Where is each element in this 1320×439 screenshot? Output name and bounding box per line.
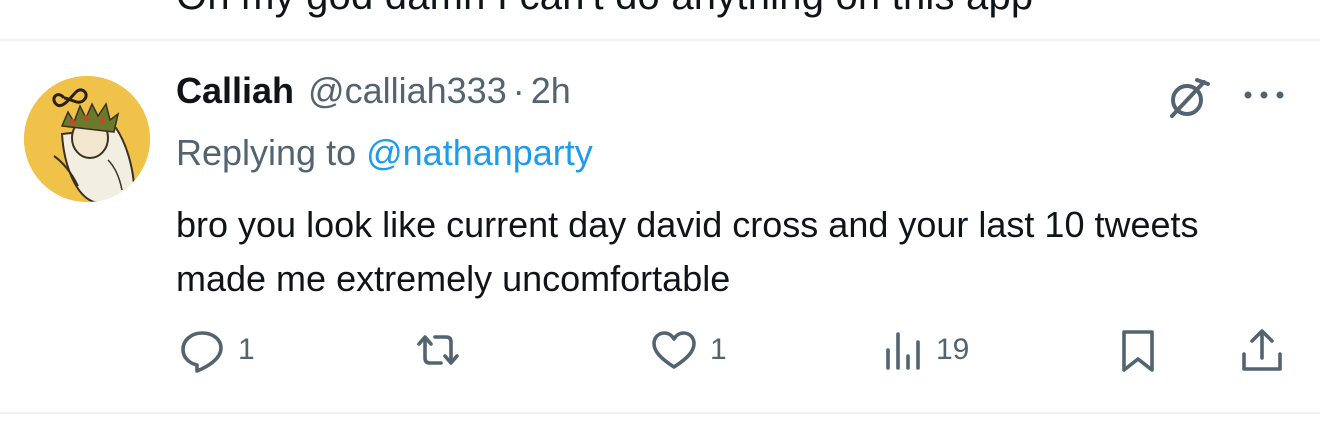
retweet-icon: [417, 335, 459, 365]
separator-dot: ·: [512, 70, 525, 111]
divider: [0, 39, 1320, 41]
divider: [0, 412, 1320, 414]
heart-icon: [652, 331, 696, 369]
more-dots-icon[interactable]: [1240, 80, 1288, 110]
views-icon: [886, 332, 920, 370]
reply-button[interactable]: 1: [176, 322, 255, 378]
previous-tweet-text: Oh my god damn I can't do anything on th…: [176, 0, 1033, 19]
author-name[interactable]: Calliah: [176, 70, 294, 112]
reply-icon: [181, 331, 223, 373]
bookmark-button[interactable]: [1116, 322, 1160, 378]
like-button[interactable]: 1: [648, 322, 727, 378]
share-button[interactable]: [1238, 322, 1286, 378]
retweet-button[interactable]: [410, 322, 466, 378]
views-count: 19: [936, 333, 970, 366]
avatar[interactable]: [24, 76, 150, 202]
tweet-header: Calliah @calliah333 · 2h: [176, 70, 571, 122]
replying-to-mention[interactable]: @nathanparty: [366, 132, 593, 173]
views-button[interactable]: 19: [882, 322, 969, 378]
author-handle[interactable]: @calliah333: [308, 70, 507, 112]
grok-icon[interactable]: [1164, 74, 1212, 122]
replying-to-line: Replying to @nathanparty: [176, 132, 593, 174]
avatar-image: [24, 76, 150, 202]
like-count: 1: [710, 333, 727, 366]
replying-prefix: Replying to: [176, 132, 367, 173]
reply-count: 1: [238, 333, 255, 366]
action-bar: 1 1 19: [0, 322, 1320, 378]
share-icon: [1242, 329, 1282, 371]
tweet-time[interactable]: 2h: [531, 70, 571, 112]
tweet-text: bro you look like current day david cros…: [176, 204, 1199, 299]
bookmark-icon: [1122, 330, 1154, 372]
